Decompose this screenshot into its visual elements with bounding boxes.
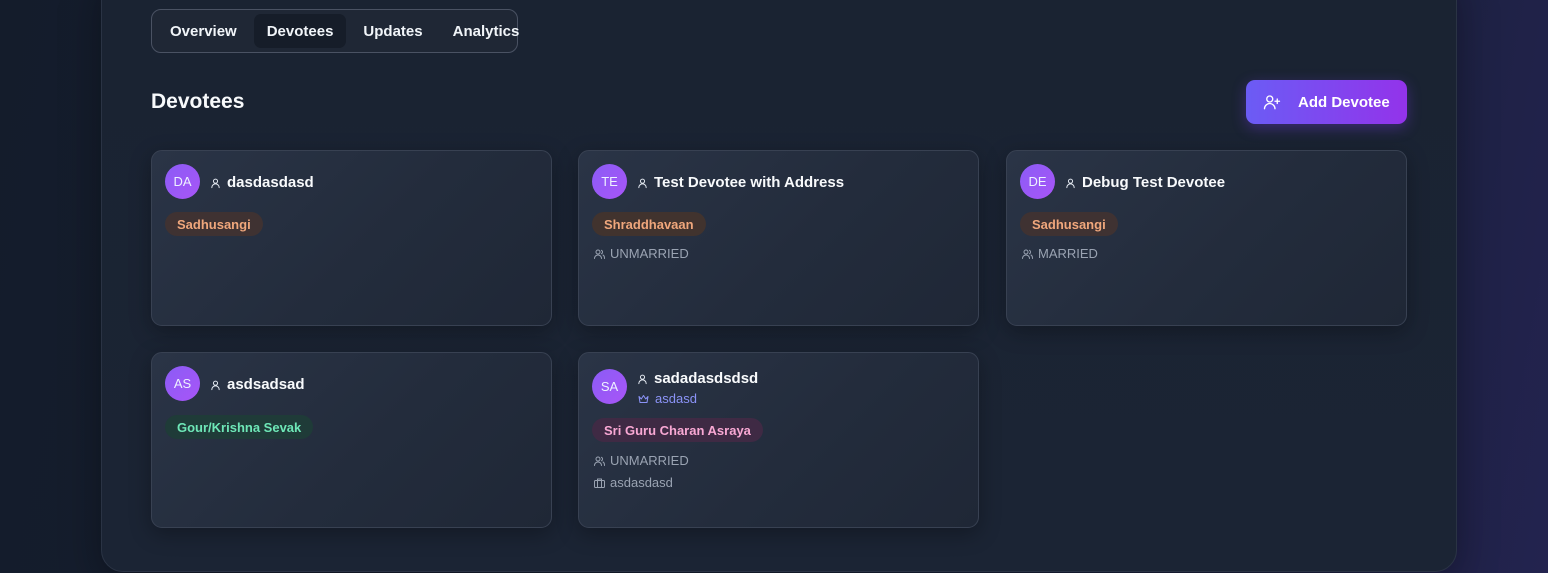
devotee-name-row: Test Devotee with Address [637,174,844,191]
devotee-card[interactable]: AS asdsadsad Gour/Krishna Sevak [151,352,552,528]
devotee-name: Debug Test Devotee [1082,174,1226,191]
avatar: AS [165,366,200,401]
user-icon [210,177,221,189]
crown-icon [637,393,650,405]
avatar: TE [592,164,627,199]
marital-status: UNMARRIED [593,453,689,468]
avatar: SA [592,369,627,404]
category-badge: Shraddhavaan [592,212,706,236]
user-icon [1065,177,1076,189]
marital-status-label: MARRIED [1038,246,1098,261]
avatar: DE [1020,164,1055,199]
briefcase-icon [593,477,606,489]
tab-updates[interactable]: Updates [350,14,435,48]
devotee-name-row: dasdasdasd [210,174,314,191]
add-devotee-button[interactable]: Add Devotee [1246,80,1407,124]
add-devotee-label: Add Devotee [1298,93,1390,111]
devotee-name-row: Debug Test Devotee [1065,174,1225,191]
users-icon [1021,248,1034,260]
devotee-card[interactable]: TE Test Devotee with Address Shraddhavaa… [578,150,979,326]
tab-bar: Overview Devotees Updates Analytics [151,9,519,53]
tab-devotees[interactable]: Devotees [253,14,347,48]
marital-status: MARRIED [1021,246,1098,261]
marital-status: UNMARRIED [593,246,689,261]
marital-status-label: UNMARRIED [610,453,689,468]
category-badge: Sadhusangi [165,212,263,236]
users-icon [593,248,606,260]
users-icon [593,455,606,467]
marital-status-label: UNMARRIED [610,246,689,261]
mentor-row: asdasd [637,391,697,406]
section-title: Devotees [151,90,245,113]
tab-analytics[interactable]: Analytics [440,14,533,48]
category-badge: Sadhusangi [1020,212,1118,236]
devotee-name: Test Devotee with Address [654,174,845,191]
user-plus-icon [1263,93,1281,111]
category-badge: Gour/Krishna Sevak [165,415,314,439]
user-icon [210,379,221,391]
devotee-card[interactable]: DE Debug Test Devotee Sadhusangi MARRIED [1006,150,1407,326]
devotee-card[interactable]: DA dasdasdasd Sadhusangi [151,150,552,326]
occupation: asdasdasd [593,475,673,490]
avatar: DA [165,164,200,199]
user-icon [637,373,648,385]
devotee-card[interactable]: SA sadadasdsdsd asdasd Sri Guru Charan A… [578,352,979,528]
mentor-name: asdasd [655,391,697,406]
category-badge: Sri Guru Charan Asraya [592,418,763,442]
occupation-label: asdasdasd [610,475,673,490]
devotee-name-row: asdsadsad [210,376,305,393]
tab-overview[interactable]: Overview [157,14,250,48]
devotee-name: asdsadsad [227,376,305,393]
devotee-name: dasdasdasd [227,174,314,191]
user-icon [637,177,648,189]
devotee-name-row: sadadasdsdsd [637,370,758,387]
devotee-name: sadadasdsdsd [654,370,759,387]
